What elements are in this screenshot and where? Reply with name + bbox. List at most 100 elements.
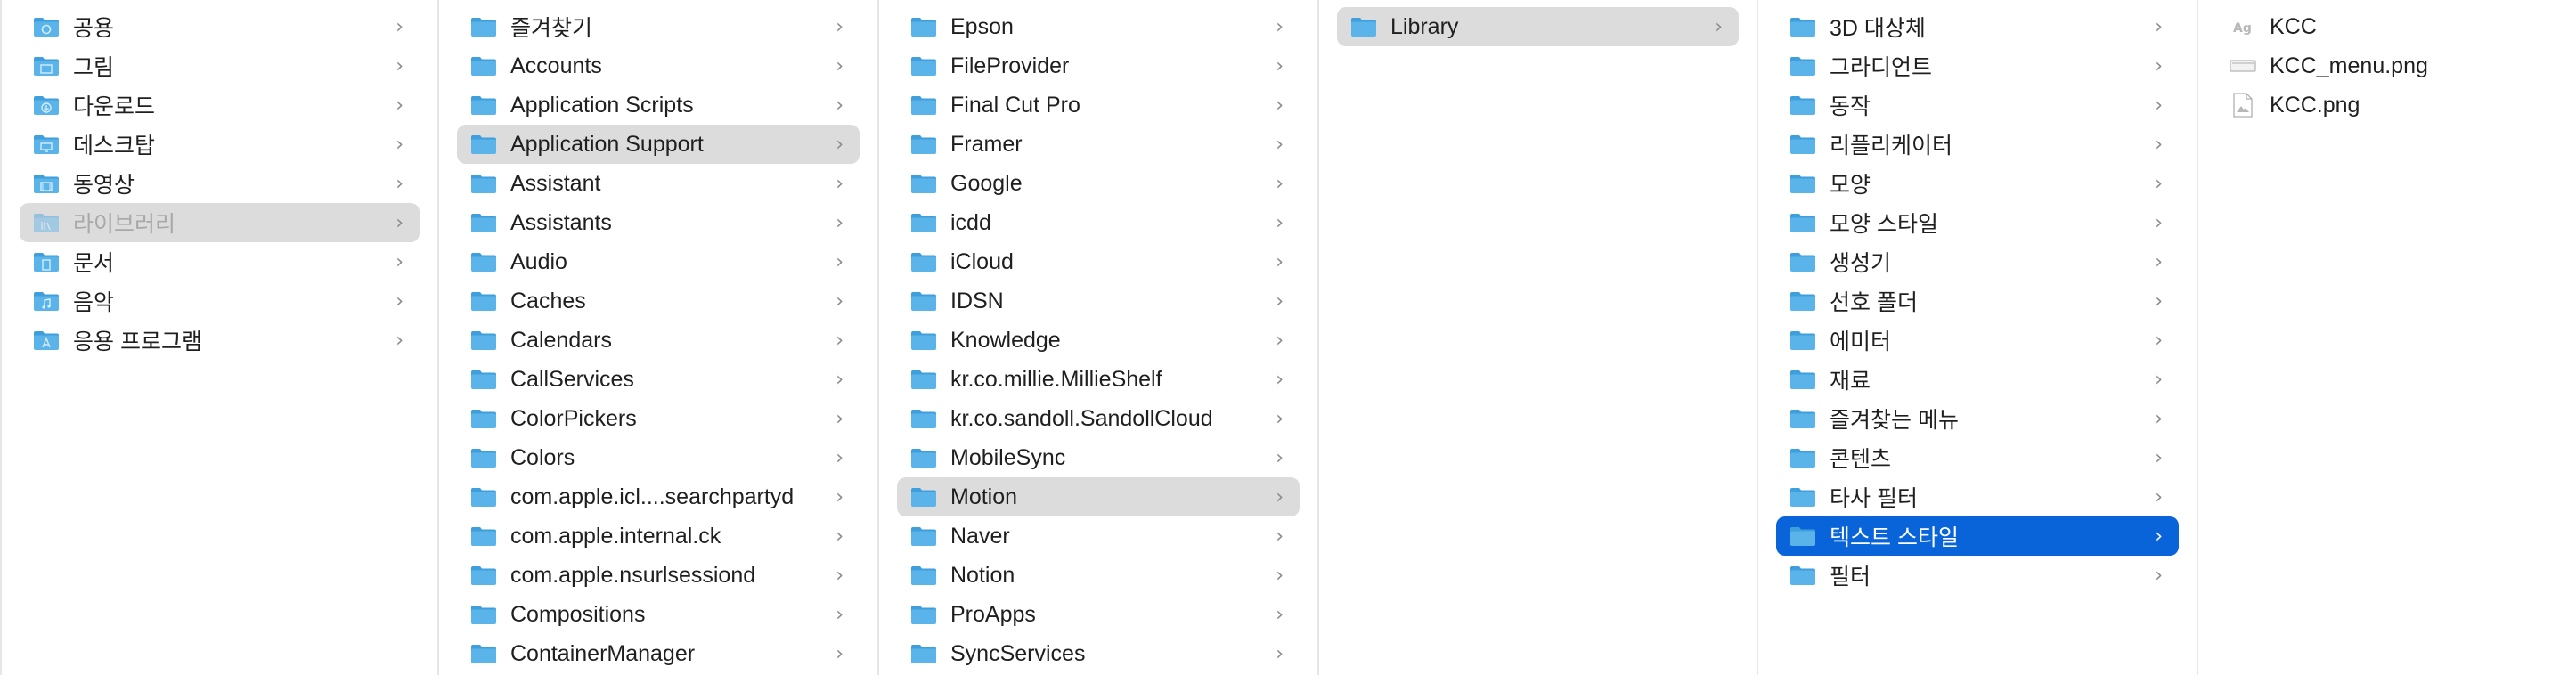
item-label: CallServices: [510, 366, 634, 392]
list-item[interactable]: com.apple.icl....searchpartyd ›: [457, 477, 860, 516]
list-item[interactable]: Knowledge ›: [897, 321, 1300, 360]
item-label: 모양: [1830, 173, 1871, 198]
list-item[interactable]: 즐겨찾는 메뉴 ›: [1776, 399, 2179, 438]
item-label: Application Scripts: [510, 92, 694, 118]
item-label: 문서: [73, 251, 115, 276]
list-item[interactable]: 에미터 ›: [1776, 321, 2179, 360]
list-item[interactable]: Compositions ›: [457, 595, 860, 634]
list-item[interactable]: Audio ›: [457, 242, 860, 281]
list-item[interactable]: Google ›: [897, 164, 1300, 203]
list-item[interactable]: 타사 필터 ›: [1776, 477, 2179, 516]
folder-icon: [469, 171, 498, 196]
folder-icon: [469, 367, 498, 392]
list-item[interactable]: Caches ›: [457, 281, 860, 321]
list-item[interactable]: kr.co.sandoll.SandollCloud ›: [897, 399, 1300, 438]
folder-icon: [1789, 563, 1817, 588]
chevron-right-icon: ›: [1276, 368, 1284, 391]
chevron-right-icon: ›: [2155, 407, 2163, 430]
list-item[interactable]: Epson ›: [897, 7, 1300, 46]
list-item[interactable]: ContainerManager ›: [457, 634, 860, 673]
column-home[interactable]: 공용 › 그림 › 다운로드 › 데스크탑 › 동영상 › 라이브러리 › 문서 › 음악 › 응용 프로그램 ›: [0, 0, 439, 675]
list-item[interactable]: Library ›: [1337, 7, 1739, 46]
item-label: com.apple.nsurlsessiond: [510, 562, 756, 588]
item-label: FileProvider: [950, 53, 1070, 78]
list-item[interactable]: ColorPickers ›: [457, 399, 860, 438]
list-item[interactable]: Final Cut Pro ›: [897, 85, 1300, 125]
list-item[interactable]: 재료 ›: [1776, 360, 2179, 399]
list-item[interactable]: Naver ›: [897, 516, 1300, 556]
list-item[interactable]: com.apple.nsurlsessiond ›: [457, 556, 860, 595]
list-item[interactable]: 생성기 ›: [1776, 242, 2179, 281]
chevron-right-icon: ›: [1276, 446, 1284, 469]
folder-icon: [909, 249, 938, 274]
item-label: com.apple.icl....searchpartyd: [510, 484, 795, 509]
text-style-file-icon: Ag: [2229, 14, 2257, 39]
list-item[interactable]: kr.co.millie.MillieShelf ›: [897, 360, 1300, 399]
column-text-style[interactable]: Ag KCC KCC_menu.png KCC.png: [2198, 0, 2576, 675]
list-item[interactable]: 즐겨찾기 ›: [457, 7, 860, 46]
documents-folder-icon: [32, 249, 61, 274]
list-item[interactable]: Calendars ›: [457, 321, 860, 360]
finder-column-browser: 공용 › 그림 › 다운로드 › 데스크탑 › 동영상 › 라이브러리 › 문서 › 음악 › 응용 프로그램 ›…: [0, 0, 2576, 675]
item-label: Library: [1390, 13, 1459, 39]
column-library[interactable]: 즐겨찾기 › Accounts › Application Scripts › Applic…: [439, 0, 879, 675]
list-item[interactable]: Assistants ›: [457, 203, 860, 242]
column-motion-library[interactable]: 3D 대상체 › 그라디언트 › 동작 › 리플리케이터 › 모양 › 모양 스타일 › 생성기 › 선호 …: [1758, 0, 2198, 675]
list-item[interactable]: 라이브러리 ›: [20, 203, 420, 242]
list-item[interactable]: 응용 프로그램 ›: [20, 321, 420, 360]
list-item[interactable]: 3D 대상체 ›: [1776, 7, 2179, 46]
folder-icon: [909, 14, 938, 39]
column-application-support[interactable]: Epson › FileProvider › Final Cut Pro › Framer ›…: [879, 0, 1319, 675]
list-item[interactable]: Colors ›: [457, 438, 860, 477]
list-item[interactable]: 선호 폴더 ›: [1776, 281, 2179, 321]
list-item[interactable]: Motion ›: [897, 477, 1300, 516]
folder-icon: [909, 524, 938, 549]
list-item[interactable]: 그라디언트 ›: [1776, 46, 2179, 85]
list-item[interactable]: CallServices ›: [457, 360, 860, 399]
list-item[interactable]: FileProvider ›: [897, 46, 1300, 85]
list-item[interactable]: 동영상 ›: [20, 164, 420, 203]
list-item[interactable]: 리플리케이터 ›: [1776, 125, 2179, 164]
chevron-right-icon: ›: [1276, 485, 1284, 508]
list-item[interactable]: 음악 ›: [20, 281, 420, 321]
list-item[interactable]: IDSN ›: [897, 281, 1300, 321]
list-item[interactable]: MobileSync ›: [897, 438, 1300, 477]
list-item[interactable]: Application Scripts ›: [457, 85, 860, 125]
list-item[interactable]: 데스크탑 ›: [20, 125, 420, 164]
list-item[interactable]: 텍스트 스타일 ›: [1776, 516, 2179, 556]
list-item[interactable]: com.apple.internal.ck ›: [457, 516, 860, 556]
list-item[interactable]: Framer ›: [897, 125, 1300, 164]
folder-icon: [1789, 484, 1817, 509]
chevron-right-icon: ›: [1276, 94, 1284, 117]
list-item[interactable]: 공용 ›: [20, 7, 420, 46]
folder-icon: [1789, 445, 1817, 470]
folder-icon: [909, 328, 938, 353]
chevron-right-icon: ›: [836, 642, 844, 665]
chevron-right-icon: ›: [395, 172, 404, 195]
chevron-right-icon: ›: [2155, 446, 2163, 469]
list-item[interactable]: Accounts ›: [457, 46, 860, 85]
list-item[interactable]: 다운로드 ›: [20, 85, 420, 125]
list-item[interactable]: 모양 스타일 ›: [1776, 203, 2179, 242]
list-item[interactable]: Application Support ›: [457, 125, 860, 164]
list-item[interactable]: Notion ›: [897, 556, 1300, 595]
list-item[interactable]: KCC.png: [2216, 85, 2558, 125]
list-item[interactable]: Ag KCC: [2216, 7, 2558, 46]
chevron-right-icon: ›: [836, 15, 844, 38]
list-item[interactable]: icdd ›: [897, 203, 1300, 242]
list-item[interactable]: 필터 ›: [1776, 556, 2179, 595]
folder-icon: [469, 484, 498, 509]
list-item[interactable]: 콘텐츠 ›: [1776, 438, 2179, 477]
list-item[interactable]: KCC_menu.png: [2216, 46, 2558, 85]
list-item[interactable]: 문서 ›: [20, 242, 420, 281]
list-item[interactable]: ProApps ›: [897, 595, 1300, 634]
list-item[interactable]: 그림 ›: [20, 46, 420, 85]
chevron-right-icon: ›: [395, 211, 404, 234]
list-item[interactable]: iCloud ›: [897, 242, 1300, 281]
column-motion[interactable]: Library ›: [1319, 0, 1758, 675]
list-item[interactable]: 모양 ›: [1776, 164, 2179, 203]
list-item[interactable]: SyncServices ›: [897, 634, 1300, 673]
list-item[interactable]: 동작 ›: [1776, 85, 2179, 125]
list-item[interactable]: Assistant ›: [457, 164, 860, 203]
item-label: icdd: [950, 209, 991, 235]
